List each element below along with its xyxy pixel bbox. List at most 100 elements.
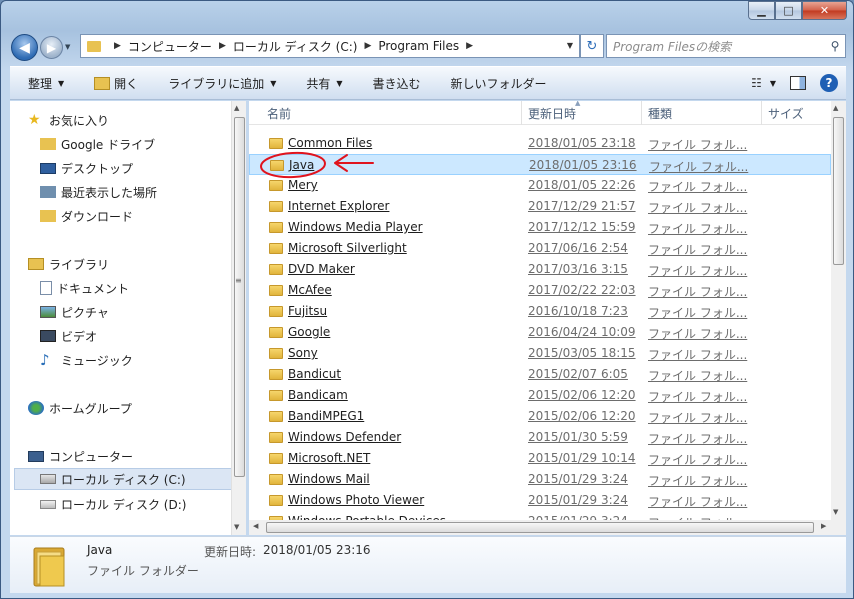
scroll-down-icon[interactable]: ▼ — [234, 523, 239, 531]
file-name[interactable]: Bandicam — [288, 388, 348, 402]
file-name[interactable]: Google — [288, 325, 330, 339]
sidebar-item-favorites[interactable]: ★ お気に入り — [28, 109, 246, 131]
table-row[interactable]: BandiMPEG1 2015/02/06 12:20 ファイル フォル... — [249, 406, 831, 427]
column-header-name[interactable]: 名前 — [267, 105, 291, 122]
search-box[interactable]: Program Filesの検索 ⚲ — [606, 34, 846, 58]
address-bar[interactable]: ▶ コンピューター ▶ ローカル ディスク (C:) ▶ Program Fil… — [80, 34, 580, 58]
table-row[interactable]: Bandicut 2015/02/07 6:05 ファイル フォル... — [249, 364, 831, 385]
table-row[interactable]: DVD Maker 2017/03/16 3:15 ファイル フォル... — [249, 259, 831, 280]
chevron-right-icon[interactable]: ▶ — [466, 41, 473, 51]
sidebar-scroll-thumb[interactable] — [234, 117, 245, 477]
file-name[interactable]: Microsoft.NET — [288, 451, 370, 465]
refresh-button[interactable]: ↻ — [580, 34, 604, 58]
sidebar-item-homegroup[interactable]: ホームグループ — [28, 397, 246, 419]
scroll-right-icon[interactable]: ▶ — [821, 522, 826, 530]
column-divider[interactable] — [761, 101, 762, 125]
sidebar-item-google-drive[interactable]: Google ドライブ — [40, 133, 246, 155]
column-header-size[interactable]: サイズ — [768, 105, 804, 122]
column-header-type[interactable]: 種類 — [648, 105, 672, 122]
table-row[interactable]: Windows Photo Viewer 2015/01/29 3:24 ファイル … — [249, 490, 831, 511]
caret-down-icon: ▼ — [336, 78, 343, 88]
chevron-down-icon[interactable]: ▼ — [567, 41, 573, 50]
file-name[interactable]: Mery — [288, 178, 318, 192]
file-name[interactable]: Windows Mail — [288, 472, 370, 486]
table-row[interactable]: Mery 2018/01/05 22:26 ファイル フォル... — [249, 175, 831, 196]
file-name[interactable]: Windows Photo Viewer — [288, 493, 424, 507]
table-row[interactable]: Microsoft.NET 2015/01/29 10:14 ファイル フォル... — [249, 448, 831, 469]
file-name[interactable]: Fujitsu — [288, 304, 327, 318]
table-row[interactable]: Bandicam 2015/02/06 12:20 ファイル フォル... — [249, 385, 831, 406]
file-list-vertical-scrollbar[interactable]: ▲ ▼ — [831, 101, 846, 521]
table-row[interactable]: Internet Explorer 2017/12/29 21:57 ファイル フォ… — [249, 196, 831, 217]
table-row[interactable]: McAfee 2017/02/22 22:03 ファイル フォル... — [249, 280, 831, 301]
file-name[interactable]: Sony — [288, 346, 318, 360]
file-name[interactable]: Internet Explorer — [288, 199, 389, 213]
sidebar-item-pictures[interactable]: ピクチャ — [40, 301, 246, 323]
file-name[interactable]: Windows Defender — [288, 430, 401, 444]
open-button[interactable]: 開く — [94, 75, 138, 92]
scroll-left-icon[interactable]: ◀ — [253, 522, 258, 530]
file-name[interactable]: Common Files — [288, 136, 372, 150]
sidebar-item-documents[interactable]: ドキュメント — [40, 277, 246, 299]
sidebar-item-recent-places[interactable]: 最近表示した場所 — [40, 181, 246, 203]
breadcrumb-program-files[interactable]: Program Files — [378, 39, 459, 53]
close-button[interactable]: ✕ — [802, 1, 847, 20]
recent-pages-dropdown[interactable]: ▼ — [65, 43, 70, 51]
file-name[interactable]: Bandicut — [288, 367, 341, 381]
view-options-icon[interactable]: ☷ — [751, 76, 762, 90]
horizontal-scroll-thumb[interactable] — [266, 522, 814, 533]
chevron-right-icon[interactable]: ▶ — [219, 41, 226, 51]
sidebar-item-videos[interactable]: ビデオ — [40, 325, 246, 347]
minimize-button[interactable]: ▁ — [748, 1, 775, 20]
share-menu[interactable]: 共有 ▼ — [306, 75, 342, 92]
chevron-right-icon[interactable]: ▶ — [364, 41, 371, 51]
column-divider[interactable] — [641, 101, 642, 125]
breadcrumb-local-disk-c[interactable]: ローカル ディスク (C:) — [233, 38, 358, 55]
table-row[interactable]: Fujitsu 2016/10/18 7:23 ファイル フォル... — [249, 301, 831, 322]
view-dropdown-icon[interactable]: ▼ — [770, 79, 776, 88]
sidebar-scrollbar[interactable]: ▲ ≡ ▼ — [231, 101, 246, 535]
forward-button[interactable]: ▶ — [40, 36, 63, 59]
table-row[interactable]: Google 2016/04/24 10:09 ファイル フォル... — [249, 322, 831, 343]
file-name[interactable]: BandiMPEG1 — [288, 409, 364, 423]
help-icon[interactable]: ? — [820, 74, 838, 92]
table-row[interactable]: Common Files 2018/01/05 23:18 ファイル フォル... — [249, 133, 831, 154]
search-input[interactable]: Program Filesの検索 — [613, 38, 825, 55]
file-name[interactable]: DVD Maker — [288, 262, 355, 276]
scroll-up-icon[interactable]: ▲ — [234, 104, 239, 112]
file-list-scroll-thumb[interactable] — [833, 117, 844, 265]
column-divider[interactable] — [521, 101, 522, 125]
add-to-library-menu[interactable]: ライブラリに追加 ▼ — [168, 75, 276, 92]
maximize-button[interactable]: □ — [775, 1, 802, 20]
preview-pane-icon[interactable] — [790, 76, 806, 90]
table-row[interactable]: Windows Defender 2015/01/30 5:59 ファイル フォル.… — [249, 427, 831, 448]
sidebar-item-computer[interactable]: コンピューター — [28, 445, 246, 467]
new-folder-button[interactable]: 新しいフォルダー — [451, 75, 547, 92]
table-row[interactable]: Windows Media Player 2017/12/12 15:59 ファイル… — [249, 217, 831, 238]
file-name[interactable]: Java — [289, 158, 314, 172]
sidebar-item-libraries[interactable]: ライブラリ — [28, 253, 246, 275]
table-row[interactable]: Sony 2015/03/05 18:15 ファイル フォル... — [249, 343, 831, 364]
table-row[interactable]: Microsoft Silverlight 2017/06/16 2:54 ファイル… — [249, 238, 831, 259]
breadcrumb-computer[interactable]: コンピューター — [128, 38, 212, 55]
table-row[interactable]: Java 2018/01/05 23:16 ファイル フォル... — [249, 154, 831, 175]
sidebar-item-local-disk-d[interactable]: ローカル ディスク (D:) — [40, 493, 246, 515]
sidebar-item-desktop[interactable]: デスクトップ — [40, 157, 246, 179]
organize-menu[interactable]: 整理 ▼ — [28, 75, 64, 92]
sidebar-item-music[interactable]: ♪ ミュージック — [40, 349, 246, 371]
back-button[interactable]: ◀ — [11, 34, 38, 61]
burn-button[interactable]: 書き込む — [373, 75, 421, 92]
sidebar-item-local-disk-c[interactable]: ローカル ディスク (C:) — [14, 468, 232, 490]
scroll-down-icon[interactable]: ▼ — [833, 508, 838, 516]
folder-icon — [269, 369, 283, 380]
file-list-horizontal-scrollbar[interactable]: ◀ ▶ — [249, 520, 846, 535]
table-row[interactable]: Windows Mail 2015/01/29 3:24 ファイル フォル... — [249, 469, 831, 490]
scroll-up-icon[interactable]: ▲ — [833, 104, 838, 112]
sidebar-item-downloads[interactable]: ダウンロード — [40, 205, 246, 227]
file-name[interactable]: Windows Media Player — [288, 220, 423, 234]
file-name[interactable]: McAfee — [288, 283, 332, 297]
chevron-right-icon[interactable]: ▶ — [114, 41, 121, 51]
column-header-date[interactable]: 更新日時 — [528, 105, 576, 122]
search-icon[interactable]: ⚲ — [825, 39, 845, 53]
file-name[interactable]: Microsoft Silverlight — [288, 241, 407, 255]
